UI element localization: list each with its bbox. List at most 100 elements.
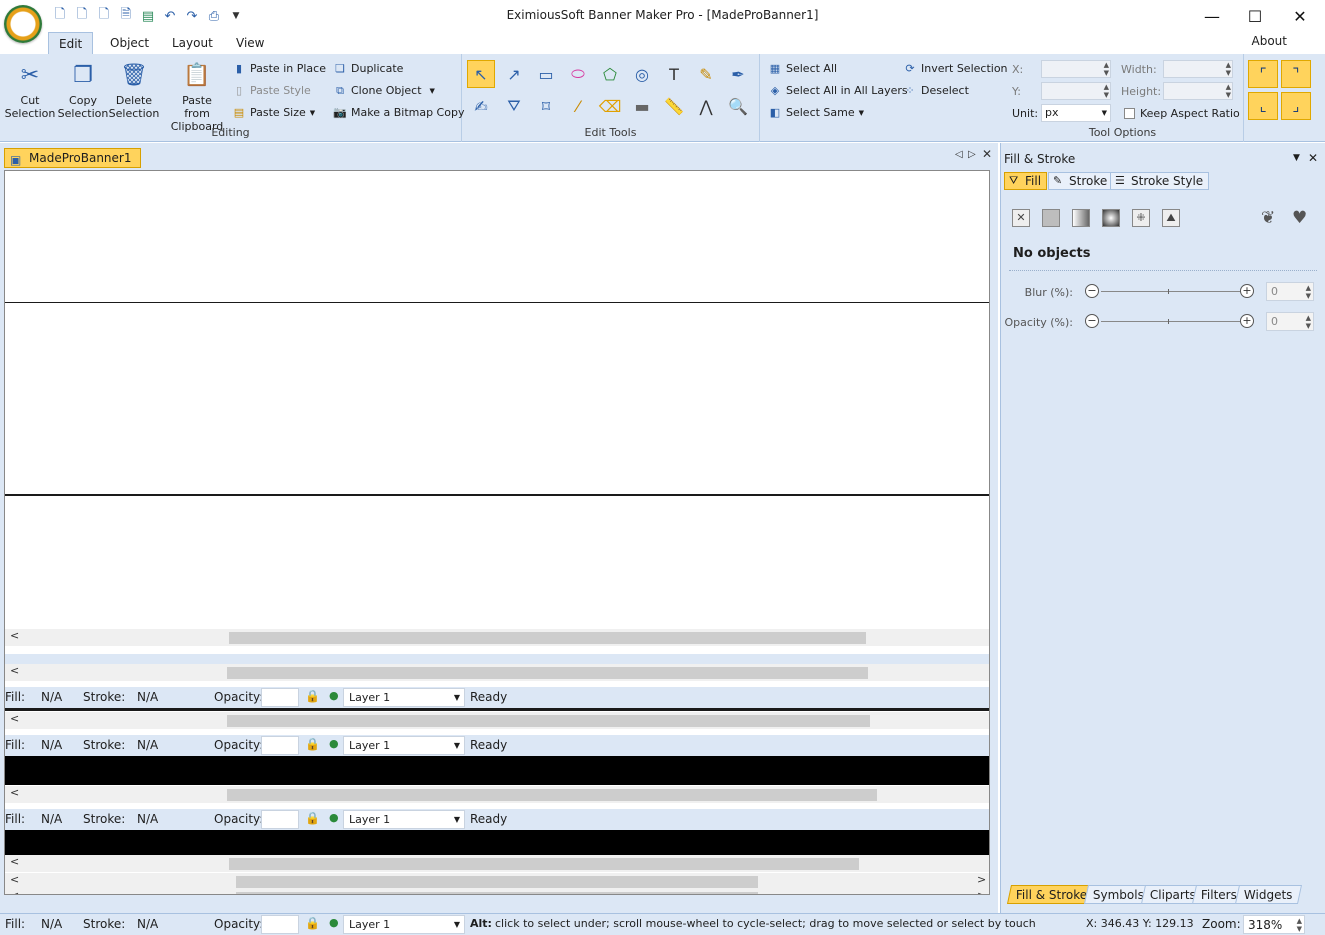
blur-decrease-icon[interactable]: − [1085,284,1099,298]
x-input[interactable]: ▲ ▼ [1041,60,1111,78]
clone-object-button[interactable]: ⧉ Clone Object ▼ [333,82,435,100]
linear-gradient-icon[interactable] [1072,209,1090,227]
align-top-left-icon[interactable]: ⌜ [1248,60,1278,88]
lock-icon[interactable]: 🔒 [305,916,320,930]
ellipse-tool-icon[interactable]: ⬭ [564,60,592,88]
scrollbar-thumb[interactable] [236,876,758,888]
spray-tool-icon[interactable]: ⌑ [532,92,560,120]
paste-in-place-button[interactable]: ▮ Paste in Place [232,60,326,78]
panel-menu-icon[interactable]: ▼ [1293,153,1300,163]
opacity-spin[interactable] [261,810,299,829]
tab-layout[interactable]: Layout [162,32,223,54]
drawing-canvas[interactable]: < < Fill: N/A Stroke: N/A Opacity: 🔒 ● L… [4,170,990,895]
zoom-input[interactable]: 318% ▲ ▼ [1243,915,1305,934]
fill-rule-evenodd-icon[interactable]: ❦ [1261,208,1275,228]
keep-aspect-ratio-checkbox[interactable] [1124,108,1135,119]
connector-tool-icon[interactable]: ⋀ [692,92,720,120]
paint-bucket-tool-icon[interactable]: ⛛ [500,92,528,120]
opacity-value-input[interactable]: 0 ▲ ▼ [1266,312,1314,331]
tab-scroll-left-icon[interactable]: ◁ [955,149,963,160]
y-input[interactable]: ▲ ▼ [1041,82,1111,100]
opacity-increase-icon[interactable]: + [1240,314,1254,328]
image-fill-icon[interactable]: ⛰ [1162,209,1180,227]
tab-object[interactable]: Object [100,32,159,54]
radial-gradient-icon[interactable] [1102,209,1120,227]
tab-stroke-style[interactable]: ☰ Stroke Style [1110,172,1210,190]
scroll-left-icon[interactable]: < [10,664,19,677]
delete-selection-button[interactable]: 🗑 Delete Selection [108,62,160,120]
layer-visibility-icon[interactable]: ● [329,811,339,824]
tab-fill[interactable]: ⛛ Fill [1004,172,1048,190]
flat-fill-icon[interactable] [1042,209,1060,227]
height-input[interactable]: ▲ ▼ [1163,82,1233,100]
scroll-left-icon[interactable]: < [10,889,19,894]
copy-selection-button[interactable]: ❐ Copy Selection [57,62,109,120]
scroll-right-icon[interactable]: > [977,873,986,886]
scroll-left-icon[interactable]: < [10,873,19,886]
invert-selection-button[interactable]: ⟳ Invert Selection [903,60,1007,78]
measure-tool-icon[interactable]: 📏 [660,92,688,120]
layer-select[interactable]: Layer 1 ▼ [343,688,465,707]
fill-rule-nonzero-icon[interactable]: ♥ [1292,208,1307,228]
zoom-tool-icon[interactable]: 🔍 [724,92,752,120]
close-document-icon[interactable]: ✕ [982,147,992,161]
dropper-tool-icon[interactable]: ⁄ [564,92,592,120]
close-button[interactable]: ✕ [1280,4,1320,28]
tab-scroll-right-icon[interactable]: ▷ [968,149,976,160]
horizontal-scrollbar[interactable]: < [5,855,989,872]
opacity-decrease-icon[interactable]: − [1085,314,1099,328]
select-tool-icon[interactable]: ↖ [467,60,495,88]
align-top-right-icon[interactable]: ⌝ [1281,60,1311,88]
opacity-spin[interactable] [261,736,299,755]
pattern-fill-icon[interactable]: ⁜ [1132,209,1150,227]
app-logo-icon[interactable] [4,5,42,43]
scroll-left-icon[interactable]: < [10,712,19,725]
unit-select[interactable]: px ▼ [1041,104,1111,122]
star-tool-icon[interactable]: ⬠ [596,60,624,88]
scrollbar-thumb[interactable] [236,892,758,894]
layer-visibility-icon[interactable]: ● [329,689,339,702]
scrollbar-thumb[interactable] [227,715,870,727]
node-edit-tool-icon[interactable]: ↗ [500,60,528,88]
scroll-left-icon[interactable]: < [10,629,19,642]
align-bottom-right-icon[interactable]: ⌟ [1281,92,1311,120]
scrollbar-thumb[interactable] [227,667,868,679]
tab-edit[interactable]: Edit [48,32,94,54]
blur-value-input[interactable]: 0 ▲ ▼ [1266,282,1314,301]
horizontal-scrollbar[interactable]: < [5,786,989,803]
scrollbar-thumb[interactable] [229,858,859,870]
calligraphy-tool-icon[interactable]: ✍ [467,92,495,120]
scrollbar-thumb[interactable] [227,789,877,801]
duplicate-button[interactable]: ❏ Duplicate [333,60,403,78]
eraser-tool-icon[interactable]: ⌫ [596,92,624,120]
spiral-tool-icon[interactable]: ◎ [628,60,656,88]
paste-size-button[interactable]: ▤ Paste Size ▼ [232,104,315,122]
opacity-slider[interactable] [1101,321,1241,322]
horizontal-scrollbar[interactable]: < [5,664,989,681]
document-tab[interactable]: ▣ MadeProBanner1 [4,148,141,168]
layer-select[interactable]: Layer 1 ▼ [343,915,465,934]
cut-selection-button[interactable]: ✂ Cut Selection [4,62,56,120]
bottom-tab-fill-stroke[interactable]: Fill & Stroke [1006,885,1097,904]
pencil-tool-icon[interactable]: ✎ [692,60,720,88]
layer-visibility-icon[interactable]: ● [329,737,339,750]
select-all-layers-button[interactable]: ◈ Select All in All Layers [768,82,908,100]
about-link[interactable]: About [1252,34,1287,48]
lock-icon[interactable]: 🔒 [305,811,320,825]
make-bitmap-copy-button[interactable]: 📷 Make a Bitmap Copy [333,104,464,122]
gradient-tool-icon[interactable]: ▬ [628,92,656,120]
text-tool-icon[interactable]: T [660,60,688,88]
paste-from-clipboard-button[interactable]: 📋 Paste from Clipboard [168,62,226,133]
bottom-tab-widgets[interactable]: Widgets [1234,885,1302,904]
minimize-button[interactable]: — [1192,4,1232,28]
paste-style-button[interactable]: ▯ Paste Style [232,82,311,100]
width-input[interactable]: ▲ ▼ [1163,60,1233,78]
scroll-left-icon[interactable]: < [10,786,19,799]
horizontal-scrollbar[interactable]: < [5,712,989,729]
blur-increase-icon[interactable]: + [1240,284,1254,298]
deselect-button[interactable]: ⁘ Deselect [903,82,969,100]
layer-visibility-icon[interactable]: ● [329,916,339,929]
select-same-button[interactable]: ◧ Select Same ▼ [768,104,864,122]
no-fill-icon[interactable]: ✕ [1012,209,1030,227]
tab-view[interactable]: View [226,32,274,54]
